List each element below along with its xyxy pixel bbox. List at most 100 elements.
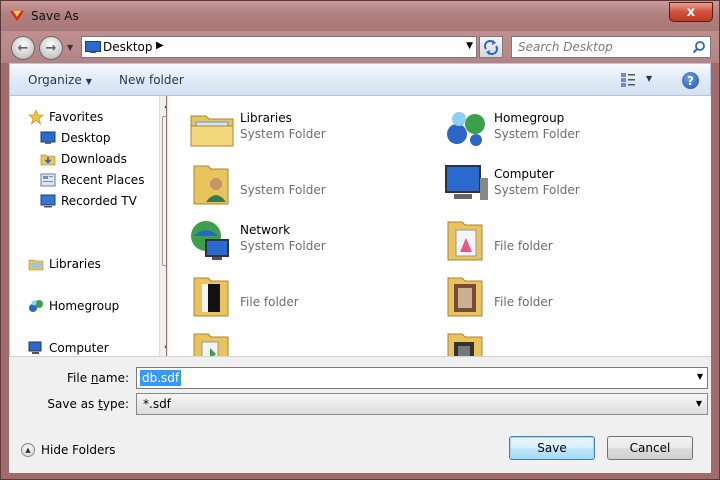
nav-item-recent-places[interactable]: Recent Places [40, 171, 144, 189]
breadcrumb-arrow-icon[interactable]: ▶ [156, 40, 164, 51]
nav-item-desktop[interactable]: Desktop [40, 129, 111, 147]
chevron-down-icon: ▼ [67, 43, 74, 52]
change-view-icon[interactable] [620, 72, 636, 88]
list-item[interactable]: File folder [442, 216, 692, 268]
list-item[interactable]: System Folder [188, 160, 438, 212]
chevron-down-icon: ▼ [695, 399, 702, 408]
hide-folders-label: Hide Folders [41, 443, 116, 457]
search-input[interactable]: Search Desktop [511, 36, 711, 58]
address-bar[interactable]: Desktop ▶ ▼ [81, 36, 477, 58]
desktop-icon [85, 41, 101, 53]
savetype-label-pre: Save as [47, 397, 99, 411]
item-name: Libraries [240, 111, 292, 125]
item-type: System Folder [494, 183, 580, 197]
save-type-value: *.sdf [143, 397, 171, 411]
nav-label: Favorites [49, 110, 104, 124]
item-name: Network [240, 223, 291, 237]
close-icon: x [686, 4, 696, 20]
nav-item-homegroup[interactable]: Homegroup [28, 297, 119, 315]
new-folder-label: New folder [119, 73, 184, 87]
filename-label-post: ame: [98, 371, 129, 385]
libraries-folder-icon [190, 115, 234, 147]
help-button[interactable]: ? [682, 72, 699, 89]
title-bar[interactable]: Save As x [1, 1, 719, 31]
libraries-icon [28, 259, 44, 271]
list-item[interactable]: Computer System Folder [442, 160, 692, 212]
computer-icon [28, 341, 42, 354]
nav-item-libraries[interactable]: Libraries [28, 255, 101, 273]
forward-button[interactable]: → [39, 36, 63, 60]
recent-places-icon [40, 173, 56, 187]
nav-scrollbar[interactable]: ▲ ▼ [159, 96, 166, 356]
savetype-label: Save as type: [9, 397, 129, 411]
item-name: Homegroup [494, 111, 565, 125]
item-type: File folder [494, 239, 553, 253]
list-item[interactable] [442, 328, 692, 356]
nav-item-computer[interactable]: Computer [28, 339, 109, 356]
cancel-button[interactable]: Cancel [607, 436, 693, 460]
save-button[interactable]: Save [509, 436, 595, 460]
scroll-thumb[interactable] [162, 116, 166, 266]
refresh-button[interactable] [479, 36, 503, 58]
folder-icon [193, 333, 229, 356]
view-options-dropdown[interactable]: ▼ [646, 74, 652, 83]
scroll-down-button[interactable]: ▼ [160, 340, 166, 356]
nav-item-favorites[interactable]: Favorites [28, 108, 103, 126]
cancel-label: Cancel [629, 441, 671, 455]
homegroup-icon [447, 112, 485, 146]
nav-label: Homegroup [49, 299, 120, 313]
save-type-select[interactable]: *.sdf ▼ [136, 393, 708, 415]
list-item[interactable]: Network System Folder [188, 216, 438, 268]
item-type: File folder [494, 295, 553, 309]
list-item[interactable]: Libraries System Folder [188, 104, 438, 156]
search-icon[interactable] [692, 40, 706, 54]
navigation-pane: Favorites Desktop Downloads Recent Place… [9, 96, 166, 356]
folder-icon [447, 277, 483, 317]
window-title: Save As [31, 9, 79, 23]
item-name: Computer [494, 167, 554, 181]
filename-value[interactable]: db.sdf [140, 370, 182, 386]
address-location[interactable]: Desktop [103, 40, 153, 54]
nav-label: Desktop [61, 131, 111, 145]
item-type: System Folder [494, 127, 580, 141]
chevron-down-icon[interactable]: ▼ [466, 41, 473, 51]
nav-label: Computer [49, 341, 109, 355]
filename-label-key: n [90, 371, 99, 385]
nav-item-recorded-tv[interactable]: Recorded TV [40, 192, 137, 210]
organize-label: Organize [28, 73, 82, 87]
user-folder-icon [193, 165, 229, 205]
filename-label: File name: [9, 371, 129, 385]
address-row: ← → ▼ Desktop ▶ ▼ Search Desktop [1, 31, 719, 63]
folder-icon [447, 221, 483, 261]
filename-input[interactable]: db.sdf ▼ [136, 367, 708, 389]
forward-arrow-icon: → [45, 40, 57, 56]
command-bar: Organize ▼ New folder ▼ ? [9, 63, 711, 96]
list-item[interactable] [188, 328, 438, 356]
organize-menu[interactable]: Organize ▼ [28, 73, 92, 87]
chevron-down-icon[interactable]: ▼ [697, 372, 703, 381]
downloads-icon [40, 154, 56, 166]
save-label: Save [537, 441, 567, 455]
list-item[interactable]: Homegroup System Folder [442, 104, 692, 156]
recent-locations-button[interactable]: ▼ [67, 43, 77, 53]
new-folder-button[interactable]: New folder [119, 73, 184, 87]
item-type: File folder [240, 295, 299, 309]
nav-label: Recorded TV [61, 194, 137, 208]
folder-icon [193, 277, 229, 317]
back-arrow-icon: ← [17, 40, 29, 56]
item-type: System Folder [240, 183, 326, 197]
nav-item-downloads[interactable]: Downloads [40, 150, 127, 168]
back-button[interactable]: ← [11, 36, 35, 60]
app-icon [10, 11, 24, 21]
computer-icon [445, 165, 488, 200]
hide-folders-button[interactable]: ▲ Hide Folders [21, 443, 116, 457]
file-list: Libraries System Folder Homegroup System… [167, 96, 711, 356]
scroll-up-button[interactable]: ▲ [160, 96, 166, 112]
list-item[interactable]: File folder [442, 272, 692, 324]
close-button[interactable]: x [669, 2, 713, 22]
list-item[interactable]: File folder [188, 272, 438, 324]
item-type: System Folder [240, 239, 326, 253]
savetype-label-post: ype: [102, 397, 129, 411]
desktop-icon [40, 131, 56, 144]
recorded-tv-icon [40, 194, 56, 208]
